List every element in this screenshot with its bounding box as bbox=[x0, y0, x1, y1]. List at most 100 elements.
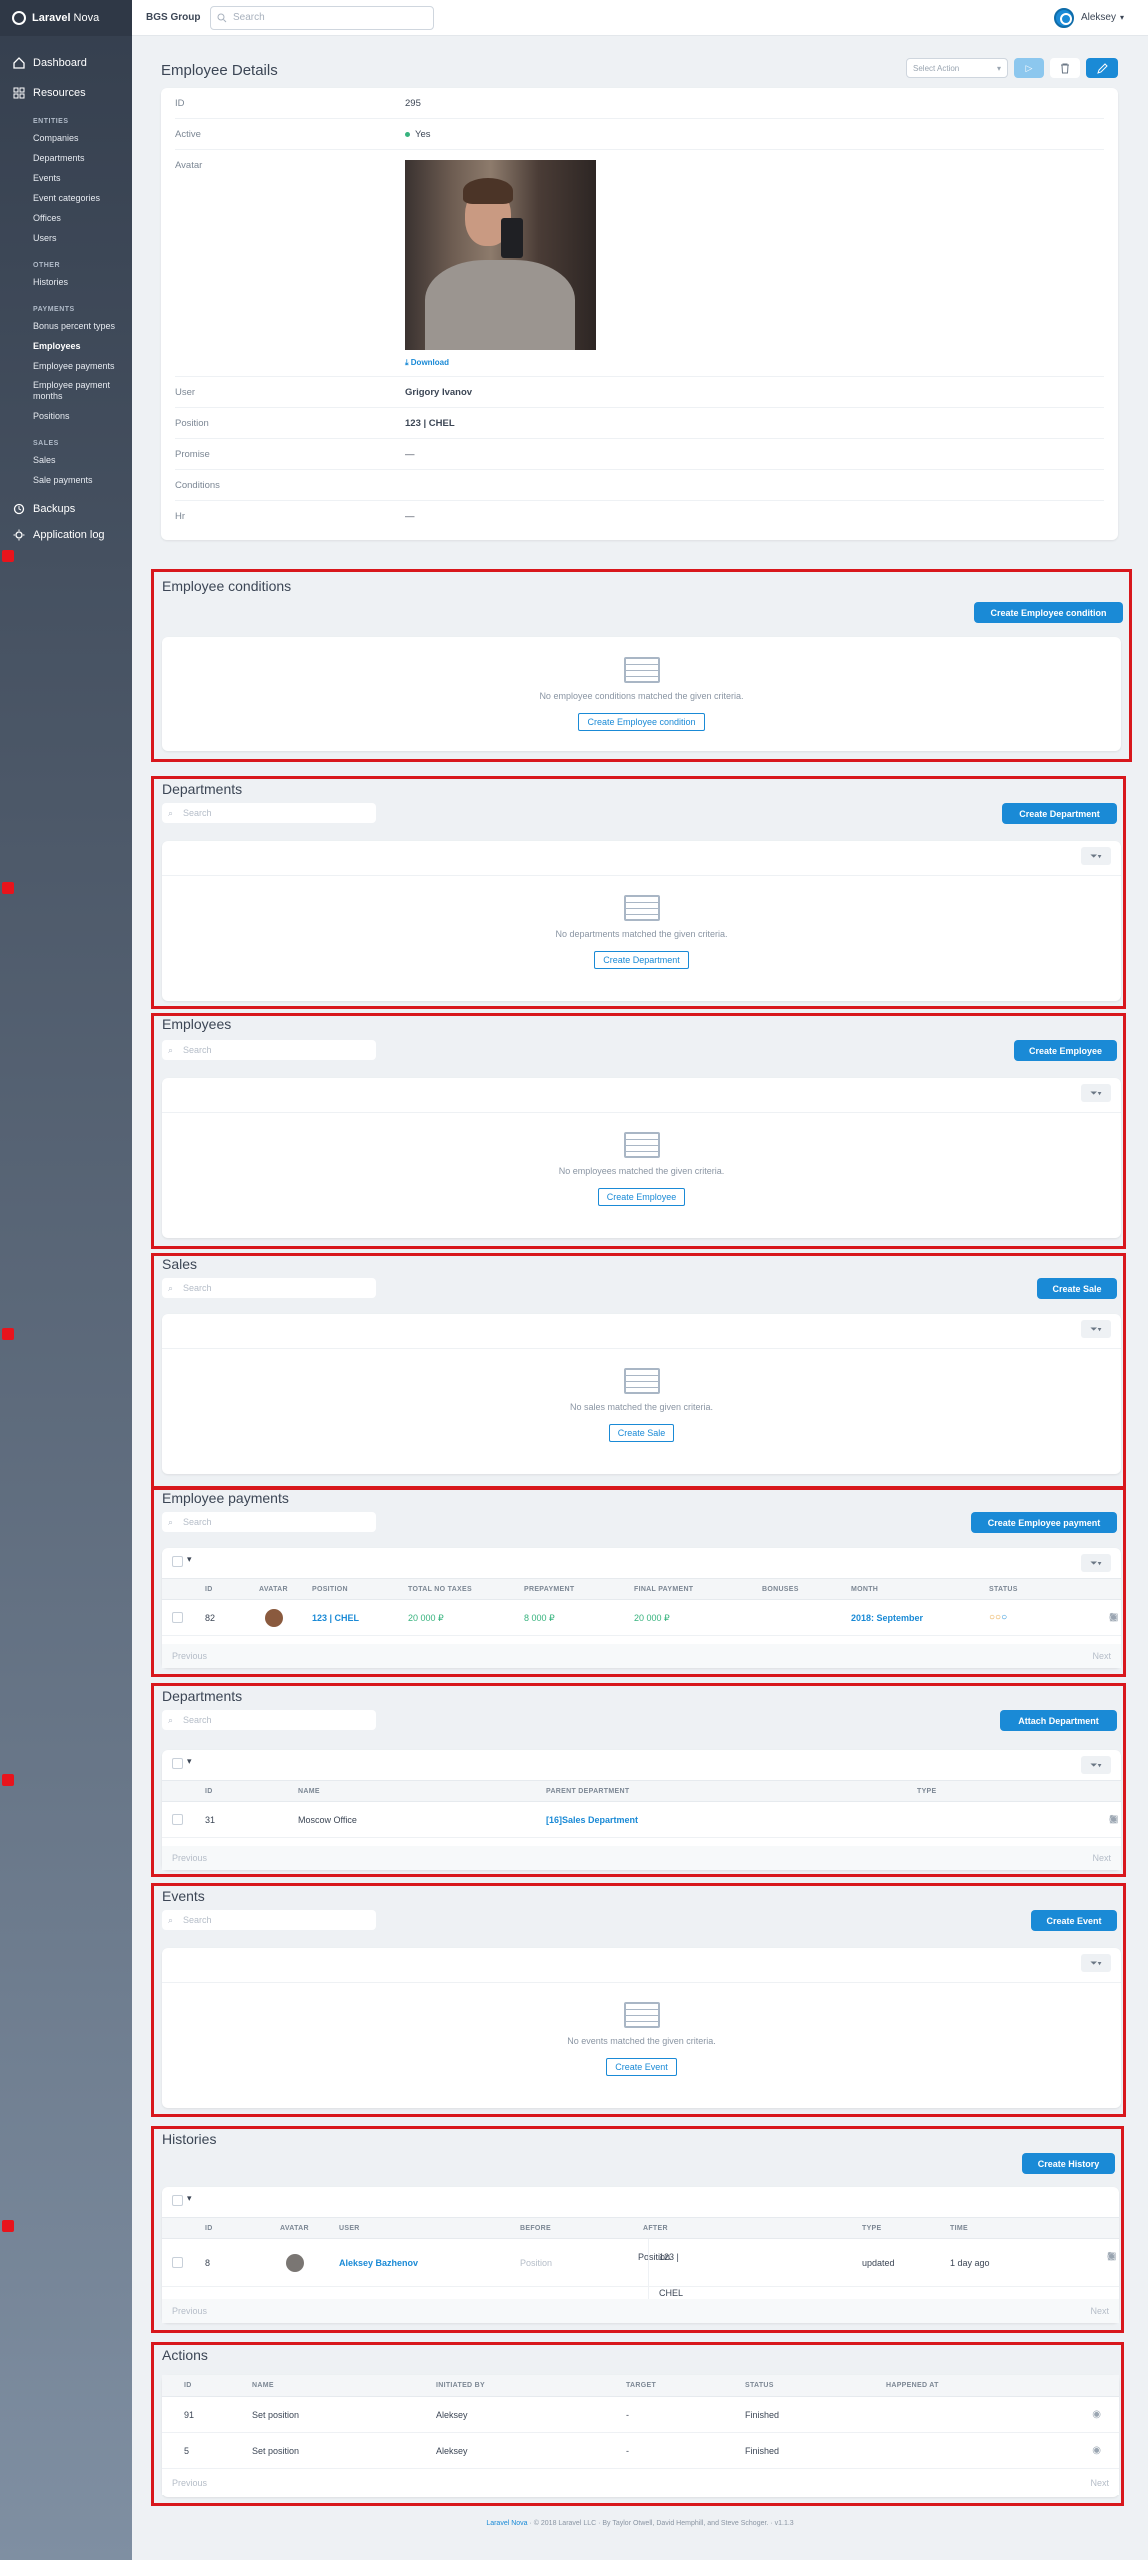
select-all-checkbox[interactable] bbox=[172, 1556, 183, 1567]
filter-icon: ⏷▾ bbox=[1090, 1759, 1102, 1770]
attach-department-button[interactable]: Attach Department bbox=[1000, 1710, 1117, 1731]
filter-dropdown[interactable]: ⏷▾ bbox=[1081, 1954, 1111, 1972]
select-all-checkbox[interactable] bbox=[172, 1758, 183, 1769]
position-link[interactable]: 123 | CHEL bbox=[312, 1600, 359, 1636]
create-employee-button[interactable]: Create Employee bbox=[1014, 1040, 1117, 1061]
user-avatar bbox=[1053, 7, 1074, 28]
sidebar-item-employee-payment-months[interactable]: Employee payment months bbox=[0, 376, 132, 406]
sidebar-item-employee-payments[interactable]: Employee payments bbox=[0, 356, 132, 376]
sidebar-item-offices[interactable]: Offices bbox=[0, 208, 132, 228]
table-row[interactable]: 82 123 | CHEL 20 000 ₽ 8 000 ₽ 20 000 ₽ … bbox=[162, 1600, 1121, 1636]
create-event-link[interactable]: Create Event bbox=[606, 2058, 677, 2076]
footer-link[interactable]: Laravel Nova bbox=[486, 2520, 527, 2527]
column-id[interactable]: ID bbox=[205, 1579, 213, 1601]
user-link[interactable]: Grigory Ivanov bbox=[405, 387, 472, 398]
sidebar-item-histories[interactable]: Histories bbox=[0, 272, 132, 292]
sidebar-item-users[interactable]: Users bbox=[0, 228, 132, 248]
filter-dropdown[interactable]: ⏷▾ bbox=[1081, 1320, 1111, 1338]
sidebar-item-backups[interactable]: Backups bbox=[0, 494, 132, 524]
create-sale-button[interactable]: Create Sale bbox=[1037, 1278, 1117, 1299]
previous-button[interactable]: Previous bbox=[172, 1846, 207, 1870]
departments-list-search-input[interactable]: ⌕ Search bbox=[162, 1710, 376, 1730]
payments-search-input[interactable]: ⌕ Search bbox=[162, 1512, 376, 1532]
trash-icon[interactable]: ▥ bbox=[1109, 1600, 1124, 1636]
sidebar-item-application-log[interactable]: Application log bbox=[0, 524, 132, 546]
user-menu[interactable]: Aleksey ▾ bbox=[1053, 7, 1124, 28]
sidebar-item-sale-payments[interactable]: Sale payments bbox=[0, 470, 132, 490]
table-row[interactable]: 91 Set position Aleksey - Finished ◉ bbox=[162, 2397, 1119, 2433]
previous-button[interactable]: Previous bbox=[172, 1644, 207, 1668]
empty-message: No events matched the given criteria. bbox=[567, 2036, 716, 2046]
create-event-button[interactable]: Create Event bbox=[1031, 1910, 1117, 1931]
previous-button[interactable]: Previous bbox=[172, 2299, 207, 2323]
create-department-link[interactable]: Create Department bbox=[594, 951, 689, 969]
create-employee-condition-link[interactable]: Create Employee condition bbox=[578, 713, 705, 731]
column-name[interactable]: NAME bbox=[298, 1781, 320, 1803]
create-department-button[interactable]: Create Department bbox=[1002, 803, 1117, 824]
trash-icon[interactable]: ▥ bbox=[1109, 1802, 1124, 1838]
sidebar-item-dashboard[interactable]: Dashboard bbox=[0, 48, 132, 78]
next-button[interactable]: Next bbox=[1090, 2299, 1109, 2323]
sidebar-item-event-categories[interactable]: Event categories bbox=[0, 188, 132, 208]
sidebar-item-events[interactable]: Events bbox=[0, 168, 132, 188]
brand-name: Nova bbox=[73, 12, 100, 24]
column-final[interactable]: FINAL PAYMENT bbox=[634, 1579, 693, 1601]
column-id[interactable]: ID bbox=[205, 1781, 213, 1803]
filter-dropdown[interactable]: ⏷▾ bbox=[1081, 1756, 1111, 1774]
column-status: STATUS bbox=[745, 2382, 774, 2389]
filter-dropdown[interactable]: ⏷▾ bbox=[1081, 847, 1111, 865]
row-checkbox[interactable] bbox=[172, 1814, 183, 1825]
sidebar-item-positions[interactable]: Positions bbox=[0, 406, 132, 426]
sidebar-item-employees[interactable]: Employees bbox=[0, 336, 132, 356]
next-button[interactable]: Next bbox=[1092, 1644, 1111, 1668]
next-button[interactable]: Next bbox=[1092, 1846, 1111, 1870]
create-sale-link[interactable]: Create Sale bbox=[608, 1424, 675, 1442]
position-link[interactable]: 123 | CHEL bbox=[405, 418, 455, 429]
table-row[interactable]: 5 Set position Aleksey - Finished ◉ bbox=[162, 2433, 1119, 2469]
select-action-dropdown[interactable]: Select Action ▾ bbox=[906, 58, 1008, 78]
run-action-button[interactable]: ▷ bbox=[1014, 58, 1044, 78]
create-employee-link[interactable]: Create Employee bbox=[597, 1188, 686, 1206]
column-id[interactable]: ID bbox=[205, 2218, 213, 2240]
view-icon[interactable]: ◉ bbox=[1092, 2433, 1107, 2469]
sidebar-item-resources[interactable]: Resources bbox=[0, 78, 132, 108]
column-type[interactable]: TYPE bbox=[917, 1781, 936, 1803]
sidebar-item-companies[interactable]: Companies bbox=[0, 128, 132, 148]
filter-dropdown[interactable]: ⏷▾ bbox=[1081, 1084, 1111, 1102]
month-link[interactable]: 2018: September bbox=[851, 1600, 923, 1636]
table-row[interactable]: 8 Aleksey Bazhenov Position Position 123 … bbox=[162, 2239, 1122, 2311]
brand[interactable]: Laravel Nova bbox=[0, 0, 132, 36]
parent-department-link[interactable]: [16]Sales Department bbox=[546, 1802, 638, 1838]
column-bonuses[interactable]: BONUSES bbox=[762, 1579, 799, 1601]
delete-button[interactable] bbox=[1050, 58, 1080, 78]
field-label: Conditions bbox=[175, 479, 220, 491]
global-search-input[interactable]: Search bbox=[210, 5, 434, 30]
sidebar-item-bonus-percent-types[interactable]: Bonus percent types bbox=[0, 316, 132, 336]
previous-button[interactable]: Previous bbox=[172, 2471, 207, 2495]
view-icon[interactable]: ◉ bbox=[1092, 2397, 1107, 2433]
column-total[interactable]: TOTAL NO TAXES bbox=[408, 1579, 472, 1601]
sidebar-item-sales[interactable]: Sales bbox=[0, 450, 132, 470]
select-all-checkbox[interactable] bbox=[172, 2195, 183, 2206]
employees-search-input[interactable]: ⌕ Search bbox=[162, 1040, 376, 1060]
create-history-button[interactable]: Create History bbox=[1022, 2153, 1115, 2174]
table-row[interactable]: 31 Moscow Office [16]Sales Department ◉ ✎… bbox=[162, 1802, 1121, 1838]
sidebar-item-label: Resources bbox=[33, 87, 86, 99]
sales-search-input[interactable]: ⌕ Search bbox=[162, 1278, 376, 1298]
sidebar-item-departments[interactable]: Departments bbox=[0, 148, 132, 168]
trash-icon[interactable]: ▥ bbox=[1107, 2239, 1122, 2275]
cell-time: 1 day ago bbox=[950, 2258, 990, 2268]
create-employee-condition-button[interactable]: Create Employee condition bbox=[974, 602, 1123, 623]
edit-button[interactable] bbox=[1086, 58, 1118, 78]
events-search-input[interactable]: ⌕ Search bbox=[162, 1910, 376, 1930]
column-prepayment[interactable]: PREPAYMENT bbox=[524, 1579, 574, 1601]
filter-dropdown[interactable]: ⏷▾ bbox=[1081, 1554, 1111, 1572]
download-link[interactable]: ⤓ Download bbox=[405, 358, 596, 368]
row-checkbox[interactable] bbox=[172, 2257, 183, 2268]
row-checkbox[interactable] bbox=[172, 1612, 183, 1623]
page-title: Employee Details bbox=[161, 62, 278, 79]
departments-search-input[interactable]: ⌕ Search bbox=[162, 803, 376, 823]
next-button[interactable]: Next bbox=[1090, 2471, 1109, 2495]
user-link[interactable]: Aleksey Bazhenov bbox=[339, 2239, 418, 2287]
create-employee-payment-button[interactable]: Create Employee payment bbox=[971, 1512, 1117, 1533]
